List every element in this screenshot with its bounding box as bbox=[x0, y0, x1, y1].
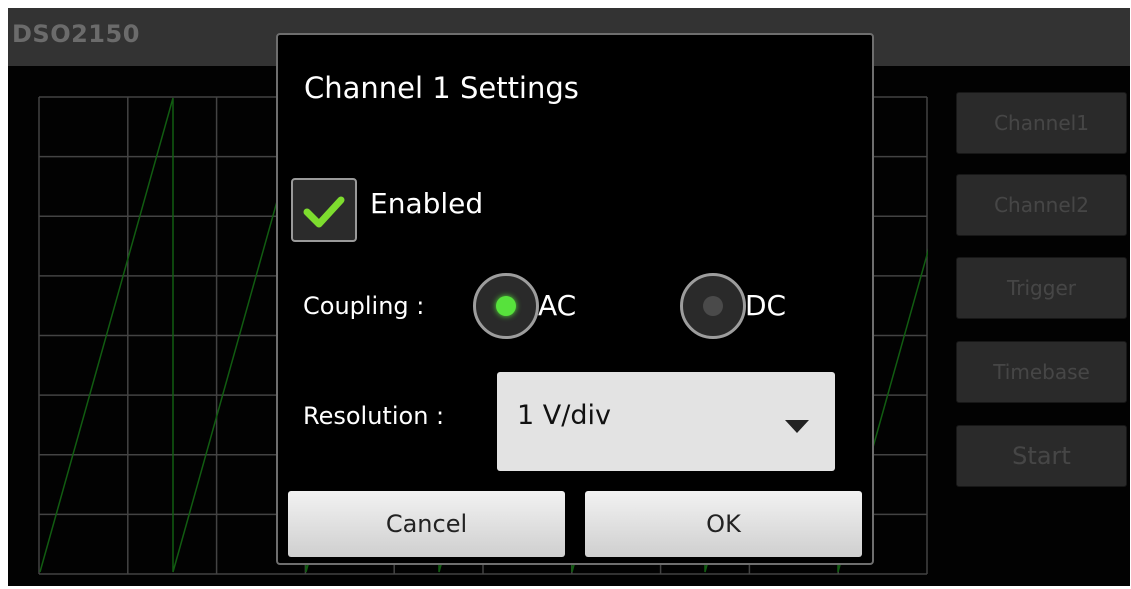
ok-button[interactable]: OK bbox=[585, 491, 862, 557]
resolution-label: Resolution : bbox=[303, 402, 445, 430]
resolution-dropdown[interactable]: 1 V/div bbox=[497, 372, 835, 471]
dialog-title: Channel 1 Settings bbox=[304, 71, 579, 105]
coupling-label: Coupling : bbox=[303, 292, 425, 320]
radio-unselected-dot bbox=[703, 296, 723, 316]
app-screen: DSO2150 Channel1 Channel2 Trigger Timeba… bbox=[8, 8, 1130, 586]
enabled-checkbox[interactable] bbox=[291, 178, 357, 242]
coupling-ac-radio[interactable] bbox=[473, 273, 539, 339]
resolution-value: 1 V/div bbox=[517, 400, 611, 431]
checkmark-icon bbox=[303, 196, 345, 228]
channel-settings-dialog: Channel 1 Settings Enabled Coupling : AC… bbox=[276, 33, 874, 565]
cancel-button[interactable]: Cancel bbox=[288, 491, 565, 557]
caret-down-icon bbox=[785, 420, 809, 433]
coupling-ac-label[interactable]: AC bbox=[538, 289, 576, 322]
enabled-label[interactable]: Enabled bbox=[370, 187, 483, 220]
coupling-dc-radio[interactable] bbox=[680, 273, 746, 339]
coupling-dc-label[interactable]: DC bbox=[745, 289, 786, 322]
radio-selected-dot bbox=[496, 296, 516, 316]
